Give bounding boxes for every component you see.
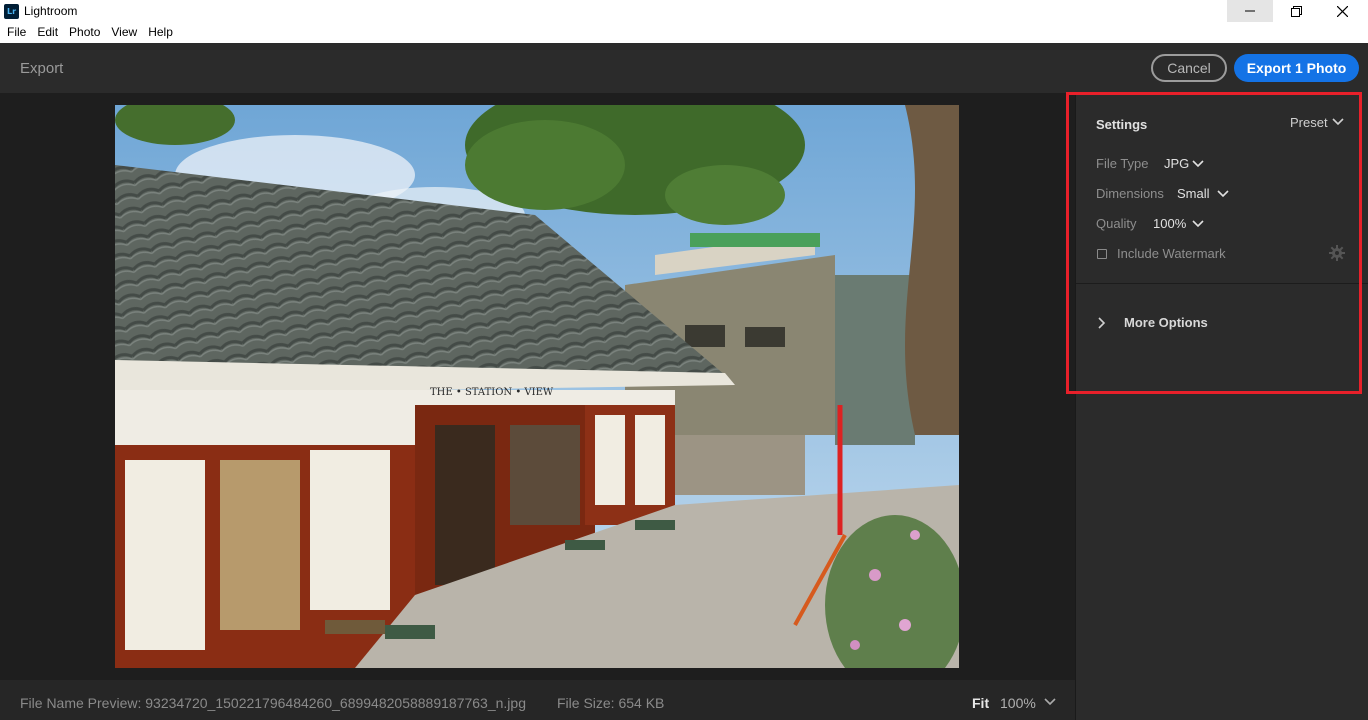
menu-file[interactable]: File [7, 24, 26, 43]
zoom-level[interactable]: 100% [1000, 695, 1036, 711]
dimensions-chevron-down-icon[interactable] [1217, 190, 1229, 198]
settings-heading: Settings [1096, 117, 1148, 132]
export-button[interactable]: Export 1 Photo [1234, 54, 1359, 82]
menu-help[interactable]: Help [148, 24, 173, 43]
restore-button[interactable] [1273, 0, 1319, 22]
quality-chevron-down-icon[interactable] [1192, 220, 1204, 228]
cafe-photo: THE • STATION • VIEW [115, 105, 959, 668]
close-button[interactable] [1319, 0, 1365, 22]
menu-edit[interactable]: Edit [37, 24, 58, 43]
fit-zoom-option[interactable]: Fit [972, 695, 989, 711]
preview-footer: File Name Preview: 93234720_150221796484… [0, 680, 1075, 720]
preset-chevron-down-icon[interactable] [1332, 118, 1344, 126]
preview-area: THE • STATION • VIEW [0, 93, 1075, 680]
menu-bar: File Edit Photo View Help [0, 24, 1368, 43]
window-title: Lightroom [24, 4, 78, 18]
panel-divider [1076, 283, 1368, 284]
watermark-checkbox[interactable] [1097, 249, 1107, 259]
dimensions-dropdown[interactable]: Small [1177, 186, 1210, 201]
file-type-dropdown[interactable]: JPG [1164, 156, 1189, 171]
station-view-sign: THE • STATION • VIEW [430, 387, 554, 398]
dimensions-label: Dimensions [1096, 186, 1164, 201]
preset-dropdown[interactable]: Preset [1290, 115, 1328, 130]
file-size: File Size: 654 KB [557, 695, 665, 711]
quality-dropdown[interactable]: 100% [1153, 216, 1186, 231]
more-options-toggle[interactable]: More Options [1124, 315, 1208, 330]
watermark-label[interactable]: Include Watermark [1117, 246, 1226, 261]
quality-label: Quality [1096, 216, 1137, 231]
settings-panel: Settings Preset File Type JPG Dimensions… [1075, 93, 1368, 720]
minimize-icon [1245, 10, 1255, 12]
title-bar: Lr Lightroom [0, 0, 1368, 24]
menu-photo[interactable]: Photo [69, 24, 100, 43]
lightroom-logo-icon: Lr [4, 4, 19, 19]
close-icon [1336, 5, 1348, 17]
export-header: Export Cancel Export 1 Photo [0, 43, 1368, 93]
file-type-chevron-down-icon[interactable] [1192, 160, 1204, 168]
menu-view[interactable]: View [111, 24, 137, 43]
restore-icon [1290, 5, 1302, 17]
watermark-settings-gear-icon[interactable] [1329, 245, 1345, 261]
minimize-button[interactable] [1227, 0, 1273, 22]
page-title: Export [20, 60, 64, 77]
zoom-dropdown-chevron-icon[interactable] [1044, 698, 1056, 706]
file-name-preview: File Name Preview: 93234720_150221796484… [20, 695, 526, 711]
file-type-label: File Type [1096, 156, 1149, 171]
more-options-chevron-right-icon[interactable] [1098, 317, 1106, 329]
photo-preview: THE • STATION • VIEW [115, 105, 959, 668]
cancel-button[interactable]: Cancel [1151, 54, 1227, 82]
